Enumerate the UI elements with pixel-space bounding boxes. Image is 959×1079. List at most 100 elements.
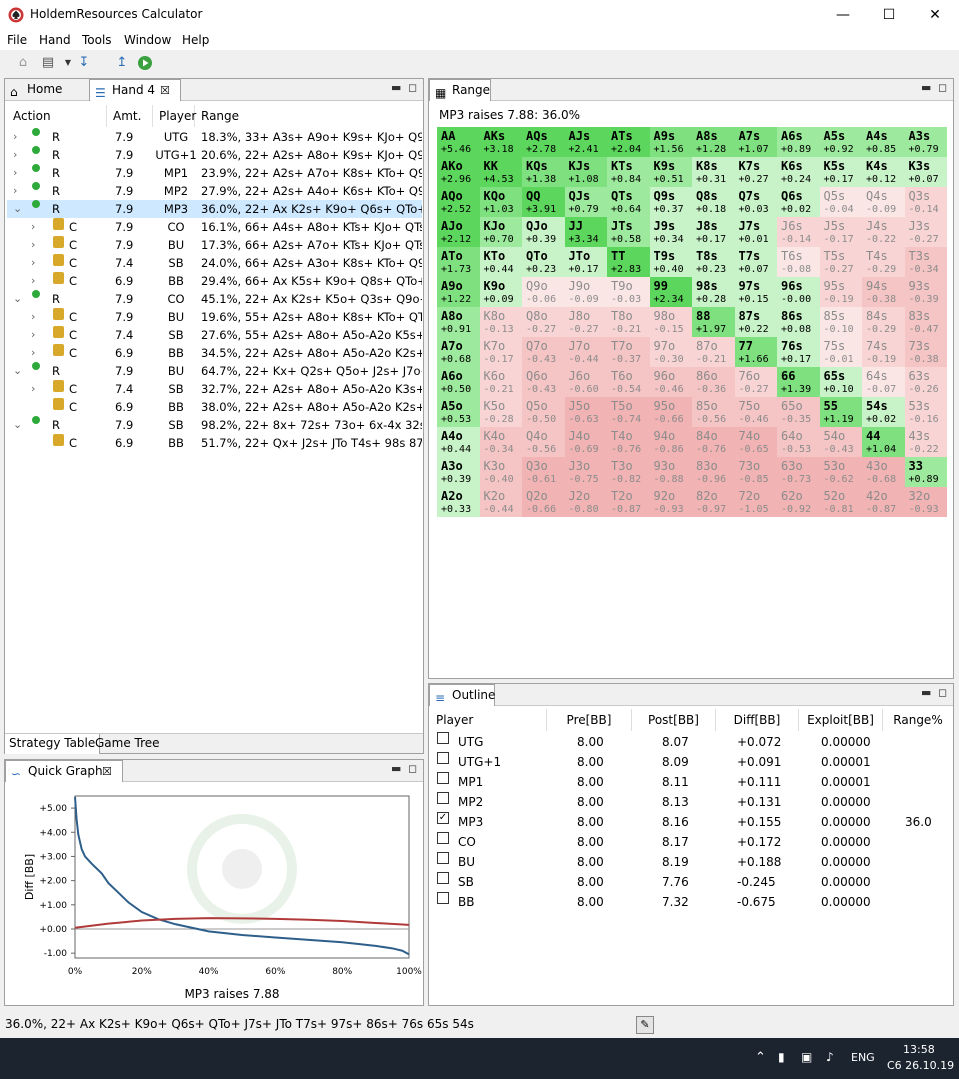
range-cell[interactable]: A3o +0.39 [437, 457, 480, 487]
range-cell[interactable]: A9s +1.56 [649, 127, 692, 157]
chevron-right-icon[interactable]: › [31, 236, 35, 254]
range-cell[interactable]: 32o -0.93 [904, 487, 947, 517]
tab-range[interactable]: ▦ Range [429, 79, 491, 101]
minimize-panel-icon[interactable]: ▬ [921, 81, 931, 94]
unchecked-checkbox[interactable] [437, 872, 449, 884]
range-cell[interactable]: Q7s +0.03 [734, 187, 777, 217]
range-cell[interactable]: AA +5.46 [437, 127, 480, 157]
range-cell[interactable]: T9o -0.03 [607, 277, 650, 307]
range-cell[interactable]: Q8o -0.27 [522, 307, 565, 337]
range-cell[interactable]: 73s -0.38 [904, 337, 947, 367]
range-cell[interactable]: 93o -0.88 [649, 457, 692, 487]
chevron-down-icon[interactable]: ⌄ [13, 416, 22, 434]
range-cell[interactable]: JTs +0.58 [607, 217, 650, 247]
checked-checkbox[interactable]: ✓ [437, 812, 449, 824]
col-amt[interactable]: Amt. [107, 105, 153, 127]
unchecked-checkbox[interactable] [437, 772, 449, 784]
chevron-right-icon[interactable]: › [31, 308, 35, 326]
range-cell[interactable]: 76o -0.27 [734, 367, 777, 397]
volume-icon[interactable]: ♪ [826, 1050, 834, 1064]
range-cell[interactable]: Q4o -0.56 [522, 427, 565, 457]
range-cell[interactable]: Q8s +0.18 [692, 187, 735, 217]
range-cell[interactable]: 87o -0.21 [692, 337, 735, 367]
range-cell[interactable]: 54s +0.02 [862, 397, 905, 427]
battery-icon[interactable]: ▮ [778, 1050, 785, 1064]
range-cell[interactable]: 84s -0.29 [862, 307, 905, 337]
strategy-row[interactable]: C 6.9 BB 38.0%, 22+ A2s+ A8o+ A5o-A2o K2s+ … [7, 398, 422, 416]
unchecked-checkbox[interactable] [437, 792, 449, 804]
clock-date[interactable]: C6 26.10.19 [887, 1059, 954, 1072]
minimize-panel-icon[interactable]: ▬ [391, 762, 401, 775]
range-cell[interactable]: T8o -0.21 [607, 307, 650, 337]
range-cell[interactable]: AQo +2.52 [437, 187, 480, 217]
range-cell[interactable]: K8s +0.31 [692, 157, 735, 187]
maximize-panel-icon[interactable]: ◻ [938, 686, 947, 699]
close-tab-icon[interactable]: ☒ [102, 761, 112, 782]
range-cell[interactable]: T7s +0.07 [734, 247, 777, 277]
range-cell[interactable]: 73o -0.85 [734, 457, 777, 487]
range-cell[interactable]: Q4s -0.09 [862, 187, 905, 217]
range-cell[interactable]: QTo +0.23 [522, 247, 565, 277]
menu-help[interactable]: Help [182, 33, 209, 47]
outline-row[interactable]: MP2 8.00 8.13 +0.131 0.00000 [429, 792, 957, 812]
range-cell[interactable]: ATs +2.04 [607, 127, 650, 157]
range-cell[interactable]: JTo +0.17 [564, 247, 607, 277]
range-cell[interactable]: J9s +0.34 [649, 217, 692, 247]
range-cell[interactable]: J6s -0.14 [777, 217, 820, 247]
range-cell[interactable]: AKs +3.18 [479, 127, 522, 157]
range-cell[interactable]: 64s -0.07 [862, 367, 905, 397]
strategy-row[interactable]: ⌄ R 7.9 BU 64.7%, 22+ Kx+ Q2s+ Q5o+ J2s+ J7o… [7, 362, 422, 380]
range-cell[interactable]: 52o -0.81 [819, 487, 862, 517]
range-cell[interactable]: K8o -0.13 [479, 307, 522, 337]
unchecked-checkbox[interactable] [437, 852, 449, 864]
range-cell[interactable]: 42o -0.87 [862, 487, 905, 517]
chevron-right-icon[interactable]: › [13, 146, 17, 164]
range-cell[interactable]: T2o -0.87 [607, 487, 650, 517]
range-cell[interactable]: AKo +2.96 [437, 157, 480, 187]
minimize-button[interactable]: — [820, 0, 866, 30]
chevron-right-icon[interactable]: › [31, 218, 35, 236]
chevron-down-icon[interactable]: ⌄ [13, 290, 22, 308]
range-cell[interactable]: AJo +2.12 [437, 217, 480, 247]
range-cell[interactable]: J2o -0.80 [564, 487, 607, 517]
range-cell[interactable]: J6o -0.60 [564, 367, 607, 397]
strategy-row[interactable]: C 6.9 BB 51.7%, 22+ Qx+ J2s+ JTo T4s+ 98s 8… [7, 434, 422, 452]
range-cell[interactable]: J7s +0.01 [734, 217, 777, 247]
run-icon[interactable] [137, 55, 153, 71]
range-cell[interactable]: 74o -0.65 [734, 427, 777, 457]
minimize-panel-icon[interactable]: ▬ [391, 81, 401, 94]
chevron-right-icon[interactable]: › [31, 326, 35, 344]
outline-row[interactable]: UTG+1 8.00 8.09 +0.091 0.00001 [429, 752, 957, 772]
range-cell[interactable]: J8s +0.17 [692, 217, 735, 247]
range-cell[interactable]: K6o -0.21 [479, 367, 522, 397]
range-cell[interactable]: 63o -0.73 [777, 457, 820, 487]
range-cell[interactable]: Q9o -0.06 [522, 277, 565, 307]
range-cell[interactable]: K3s +0.07 [904, 157, 947, 187]
range-cell[interactable]: 64o -0.53 [777, 427, 820, 457]
close-button[interactable]: ✕ [912, 0, 958, 30]
tab-strategy-table[interactable]: Strategy Table [5, 734, 101, 754]
strategy-row[interactable]: › C 7.9 CO 16.1%, 66+ A4s+ A8o+ KTs+ KJo+ QT… [7, 218, 422, 236]
clipboard-icon[interactable]: ✎ [636, 1016, 654, 1034]
range-cell[interactable]: A4s +0.85 [862, 127, 905, 157]
strategy-row[interactable]: › C 6.9 BB 29.4%, 66+ Ax K5s+ K9o+ Q8s+ QTo+… [7, 272, 422, 290]
range-cell[interactable]: ATo +1.73 [437, 247, 480, 277]
range-cell[interactable]: A4o +0.44 [437, 427, 480, 457]
outline-row[interactable]: SB 8.00 7.76 -0.245 0.00000 [429, 872, 957, 892]
outline-row[interactable]: UTG 8.00 8.07 +0.072 0.00000 [429, 732, 957, 752]
range-cell[interactable]: K4o -0.34 [479, 427, 522, 457]
range-cell[interactable]: K5o -0.28 [479, 397, 522, 427]
range-cell[interactable]: AJs +2.41 [564, 127, 607, 157]
range-cell[interactable]: 82o -0.97 [692, 487, 735, 517]
col-player[interactable]: Player [429, 709, 547, 731]
range-cell[interactable]: 87s +0.22 [734, 307, 777, 337]
chevron-right-icon[interactable]: › [31, 380, 35, 398]
chevron-right-icon[interactable]: › [13, 164, 17, 182]
range-cell[interactable]: 98o -0.15 [649, 307, 692, 337]
minimize-panel-icon[interactable]: ▬ [921, 686, 931, 699]
new-hand-icon[interactable]: ▤ [40, 55, 56, 71]
range-cell[interactable]: 75o -0.46 [734, 397, 777, 427]
clock-time[interactable]: 13:58 [903, 1043, 935, 1056]
range-cell[interactable]: KQo +1.03 [479, 187, 522, 217]
range-cell[interactable]: K6s +0.24 [777, 157, 820, 187]
